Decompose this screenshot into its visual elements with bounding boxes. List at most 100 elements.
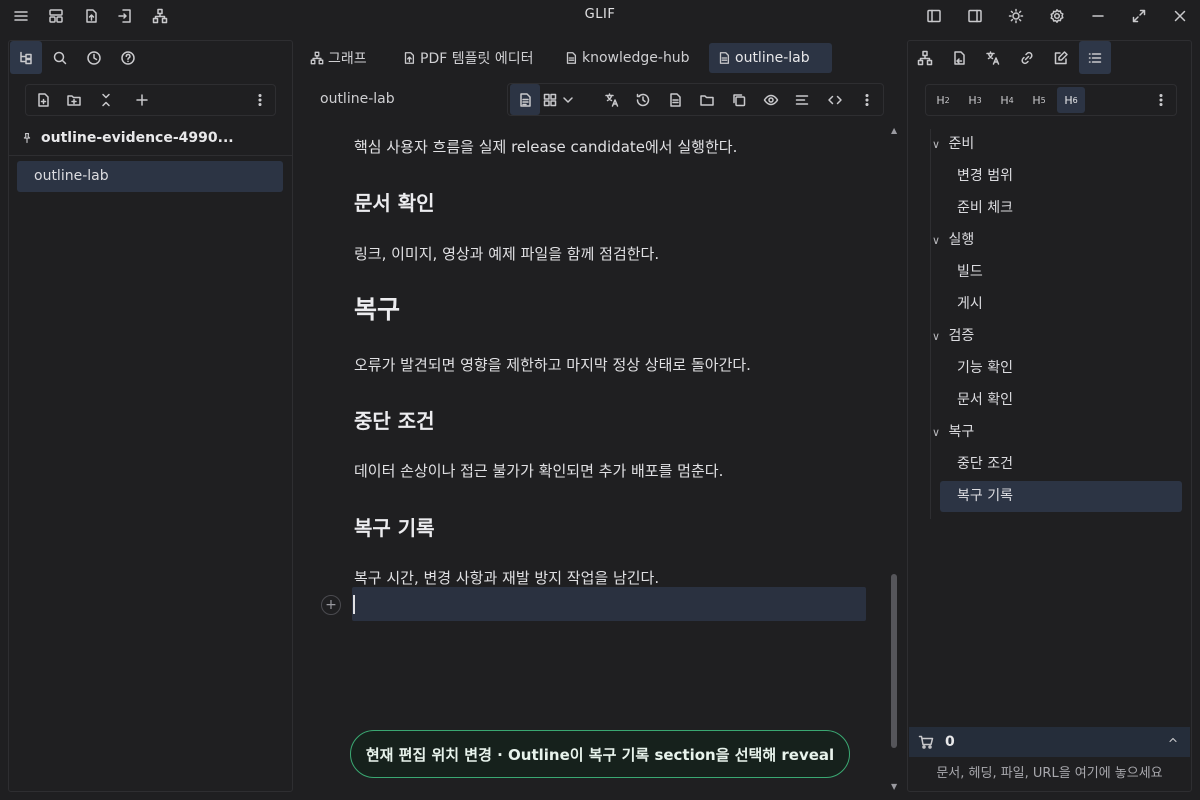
chevron-up-icon[interactable] bbox=[1167, 734, 1179, 746]
chevron-down-icon[interactable]: ∨ bbox=[932, 417, 944, 448]
new-file-icon[interactable] bbox=[27, 85, 59, 115]
left-sidebar-toggle-icon[interactable] bbox=[918, 0, 950, 32]
outline-item[interactable]: 기능 확인 bbox=[957, 353, 1013, 384]
heading-h2[interactable]: 복구 bbox=[354, 290, 400, 326]
right-sidebar-toggle-icon[interactable] bbox=[959, 0, 991, 32]
outline-item[interactable]: ∨ 검증 bbox=[932, 321, 974, 352]
scrollbar-thumb[interactable] bbox=[891, 574, 897, 748]
outline-guide-line bbox=[930, 129, 931, 519]
doc-icon bbox=[717, 51, 731, 65]
tab-pdf-template-editor[interactable]: PDF 템플릿 에디터 bbox=[394, 43, 541, 73]
outline-item[interactable]: 중단 조건 bbox=[957, 449, 1013, 480]
heading-level-label: H bbox=[936, 93, 945, 107]
chevron-down-icon[interactable] bbox=[556, 84, 580, 115]
graph-icon[interactable] bbox=[909, 41, 941, 74]
heading-level-h2-button[interactable]: H2 bbox=[929, 87, 957, 113]
minimize-icon[interactable] bbox=[1082, 0, 1114, 32]
cart-icon bbox=[918, 734, 934, 750]
paragraph[interactable]: 오류가 발견되면 영향을 제한하고 마지막 정상 상태로 돌아간다. bbox=[354, 354, 751, 375]
file-icon[interactable] bbox=[660, 84, 690, 115]
outline-item-label: 준비 bbox=[948, 136, 975, 152]
paragraph[interactable]: 데이터 손상이나 접근 불가가 확인되면 추가 배포를 멈춘다. bbox=[354, 460, 723, 481]
outline-item[interactable]: 준비 체크 bbox=[957, 193, 1013, 224]
graph-icon bbox=[310, 51, 324, 65]
backlink-icon[interactable] bbox=[943, 41, 975, 74]
tab-knowledge-hub[interactable]: knowledge-hub bbox=[556, 43, 698, 73]
add-icon[interactable] bbox=[126, 85, 158, 115]
heading-level-filter: H2 H3 H4 H5 H6 bbox=[925, 84, 1177, 116]
heading-level-sub: 5 bbox=[1040, 95, 1046, 105]
history-icon[interactable] bbox=[628, 84, 658, 115]
outline-item[interactable]: 변경 범위 bbox=[957, 161, 1013, 192]
current-line-highlight[interactable] bbox=[352, 587, 866, 621]
heading-level-sub: 4 bbox=[1008, 95, 1014, 105]
document-title: outline-lab bbox=[320, 91, 395, 107]
title-bar: GLIF bbox=[0, 0, 1200, 32]
heading-h3[interactable]: 문서 확인 bbox=[354, 187, 435, 216]
heading-level-label: H bbox=[968, 93, 977, 107]
tab-label: knowledge-hub bbox=[582, 50, 690, 66]
edit-icon[interactable] bbox=[1045, 41, 1077, 74]
paragraph[interactable]: 복구 시간, 변경 사항과 재발 방지 작업을 남긴다. bbox=[354, 567, 659, 588]
translate-icon[interactable] bbox=[597, 84, 627, 115]
chevron-down-icon[interactable]: ∨ bbox=[932, 321, 944, 352]
cart-count: 0 bbox=[945, 734, 955, 750]
paragraph[interactable]: 핵심 사용자 흐름을 실제 release candidate에서 실행한다. bbox=[354, 136, 737, 157]
heading-level-label: H bbox=[1000, 93, 1009, 107]
doc-icon bbox=[564, 51, 578, 65]
add-block-button[interactable]: + bbox=[321, 595, 341, 615]
heading-h3[interactable]: 중단 조건 bbox=[354, 405, 435, 434]
scroll-up-arrow[interactable]: ▲ bbox=[891, 126, 897, 135]
heading-level-sub: 3 bbox=[976, 95, 982, 105]
more-icon[interactable] bbox=[244, 85, 276, 115]
notebook-row[interactable]: outline-evidence-4990... bbox=[21, 127, 234, 149]
heading-level-sub: 2 bbox=[944, 95, 950, 105]
new-folder-icon[interactable] bbox=[58, 85, 90, 115]
outline-item[interactable]: 문서 확인 bbox=[957, 385, 1013, 416]
heading-level-h3-button[interactable]: H3 bbox=[961, 87, 989, 113]
outline-item[interactable]: 게시 bbox=[957, 289, 983, 320]
code-icon[interactable] bbox=[820, 84, 850, 115]
search-icon[interactable] bbox=[44, 41, 76, 74]
scroll-down-arrow[interactable]: ▼ bbox=[891, 782, 897, 791]
file-tree-icon[interactable] bbox=[10, 41, 42, 74]
outline-item[interactable]: ∨ 준비 bbox=[932, 129, 974, 160]
collapse-icon[interactable] bbox=[90, 85, 122, 115]
cart-bar[interactable]: 0 bbox=[909, 727, 1190, 757]
close-icon[interactable] bbox=[1164, 0, 1196, 32]
copy-icon[interactable] bbox=[724, 84, 754, 115]
right-sidebar: H2 H3 H4 H5 H6 ∨ 준비 변경 범위 준비 체크 ∨ 실행 빌드 … bbox=[907, 40, 1192, 792]
align-icon[interactable] bbox=[787, 84, 817, 115]
editor-toolbar bbox=[507, 83, 884, 116]
chevron-down-icon[interactable]: ∨ bbox=[932, 129, 944, 160]
heading-level-h4-button[interactable]: H4 bbox=[993, 87, 1021, 113]
tab-label: 그래프 bbox=[328, 51, 367, 67]
history-icon[interactable] bbox=[78, 41, 110, 74]
text-caret bbox=[353, 595, 355, 614]
drop-zone-hint[interactable]: 문서, 헤딩, 파일, URL을 여기에 놓으세요 bbox=[908, 757, 1191, 791]
paragraph[interactable]: 링크, 이미지, 영상과 예제 파일을 함께 점검한다. bbox=[354, 243, 659, 264]
outline-item-selected[interactable]: 복구 기록 bbox=[940, 481, 1182, 512]
translate-icon[interactable] bbox=[977, 41, 1009, 74]
outline-item[interactable]: 빌드 bbox=[957, 257, 983, 288]
maximize-icon[interactable] bbox=[1123, 0, 1155, 32]
chevron-down-icon[interactable]: ∨ bbox=[932, 225, 944, 256]
heading-level-h6-button[interactable]: H6 bbox=[1057, 87, 1085, 113]
settings-icon[interactable] bbox=[1041, 0, 1073, 32]
outline-item[interactable]: ∨ 복구 bbox=[932, 417, 974, 448]
tab-outline-lab[interactable]: outline-lab bbox=[709, 43, 832, 73]
outline-list-icon[interactable] bbox=[1079, 41, 1111, 74]
theme-icon[interactable] bbox=[1000, 0, 1032, 32]
outline-item[interactable]: ∨ 실행 bbox=[932, 225, 974, 256]
help-icon[interactable] bbox=[112, 41, 144, 74]
heading-h3[interactable]: 복구 기록 bbox=[354, 512, 435, 541]
tab-graph[interactable]: 그래프 bbox=[302, 43, 375, 73]
folder-icon[interactable] bbox=[692, 84, 722, 115]
document-item-outline-lab[interactable]: outline-lab bbox=[17, 161, 283, 192]
link-icon[interactable] bbox=[1011, 41, 1043, 74]
more-icon[interactable] bbox=[1147, 87, 1175, 113]
file-toolbar bbox=[25, 84, 276, 116]
more-icon[interactable] bbox=[852, 84, 882, 115]
preview-icon[interactable] bbox=[756, 84, 786, 115]
heading-level-h5-button[interactable]: H5 bbox=[1025, 87, 1053, 113]
